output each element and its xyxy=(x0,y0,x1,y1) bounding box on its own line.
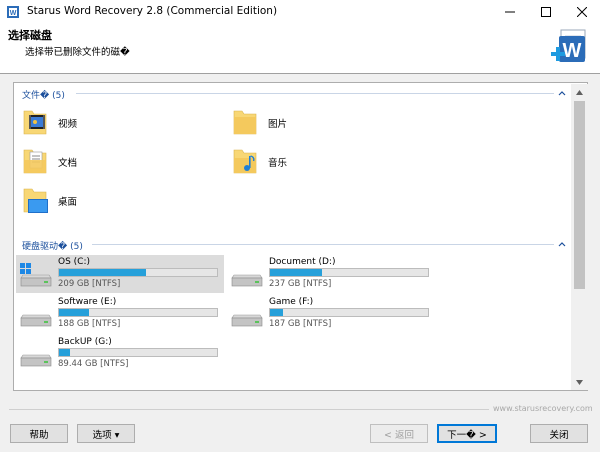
video-folder-icon xyxy=(23,110,47,135)
wizard-header: 选择磁盘 选择带已删除文件的磁� W xyxy=(0,24,600,73)
scroll-up-button[interactable] xyxy=(571,84,588,100)
folders-section-header[interactable]: 文件� (5) xyxy=(22,88,65,101)
desktop-folder-icon xyxy=(23,188,48,213)
folder-item-desktop[interactable]: 桌面 xyxy=(22,185,132,217)
maximize-icon xyxy=(541,7,551,17)
title-bar: W Starus Word Recovery 2.8 (Commercial E… xyxy=(0,0,600,24)
drive-item-d[interactable]: Document (D:) 237 GB [NTFS] xyxy=(227,255,435,293)
back-button[interactable]: < 返回 xyxy=(370,424,428,443)
chevron-up-icon[interactable] xyxy=(557,239,567,249)
maximize-button[interactable] xyxy=(528,0,564,24)
website-link[interactable]: www.starusrecovery.com xyxy=(493,404,593,413)
drive-item-e[interactable]: Software (E:) 188 GB [NTFS] xyxy=(16,295,224,333)
minimize-button[interactable] xyxy=(492,0,528,24)
folder-label-video: 视频 xyxy=(58,119,78,130)
svg-text:W: W xyxy=(10,10,17,17)
hard-drive-icon xyxy=(231,274,263,287)
close-icon xyxy=(577,7,587,17)
hard-drive-icon xyxy=(20,314,52,327)
os-drive-icon xyxy=(20,263,52,287)
folder-label-pictures: 图片 xyxy=(268,119,288,130)
drive-info: 237 GB [NTFS] xyxy=(269,279,332,289)
drive-usage-fill xyxy=(270,269,323,276)
drive-usage-fill xyxy=(270,309,283,316)
scroll-thumb[interactable] xyxy=(574,101,585,289)
scroll-down-button[interactable] xyxy=(571,374,588,390)
drives-section-header[interactable]: 硬盘驱动� (5) xyxy=(22,239,83,252)
drive-item-g[interactable]: BackUP (G:) 89.44 GB [NTFS] xyxy=(16,335,224,373)
music-folder-icon xyxy=(233,149,257,174)
drive-usage-bar xyxy=(269,268,429,277)
app-icon: W xyxy=(7,6,19,18)
folder-label-desktop: 桌面 xyxy=(58,197,78,208)
folder-label-documents: 文档 xyxy=(58,158,78,169)
drive-usage-fill xyxy=(59,309,90,316)
drive-info: 209 GB [NTFS] xyxy=(58,279,121,289)
drive-usage-bar xyxy=(58,268,218,277)
word-recovery-logo-icon: W xyxy=(551,29,586,62)
drive-usage-fill xyxy=(59,349,71,356)
drive-name: BackUP (G:) xyxy=(58,337,112,347)
close-window-button[interactable] xyxy=(564,0,600,24)
drive-name: Game (F:) xyxy=(269,297,314,307)
drive-usage-fill xyxy=(59,269,146,276)
svg-text:W: W xyxy=(563,40,582,62)
minimize-icon xyxy=(505,11,515,13)
next-button[interactable]: 下一� > xyxy=(437,424,497,443)
folder-item-video[interactable]: 视频 xyxy=(22,107,132,139)
drive-item-c[interactable]: OS (C:) 209 GB [NTFS] xyxy=(16,255,224,293)
hard-drive-icon xyxy=(20,354,52,367)
folder-label-music: 音乐 xyxy=(268,158,288,169)
drive-name: Document (D:) xyxy=(269,257,336,267)
drive-usage-bar xyxy=(58,308,218,317)
drive-name: Software (E:) xyxy=(58,297,117,307)
footer-divider xyxy=(9,409,489,410)
window-title: Starus Word Recovery 2.8 (Commercial Edi… xyxy=(27,5,278,17)
drive-name: OS (C:) xyxy=(58,257,90,267)
arrow-up-icon xyxy=(576,89,583,95)
page-title: 选择磁盘 xyxy=(8,29,52,42)
arrow-down-icon xyxy=(576,379,583,385)
section-divider xyxy=(76,93,554,94)
disk-selection-panel: 文件� (5) 视频 图片 文档 音乐 桌面 硬盘驱动� (5) OS (C:)… xyxy=(13,82,588,391)
page-subtitle: 选择带已删除文件的磁� xyxy=(25,47,130,58)
chevron-up-icon[interactable] xyxy=(557,88,567,98)
drive-item-f[interactable]: Game (F:) 187 GB [NTFS] xyxy=(227,295,435,333)
vertical-scrollbar[interactable] xyxy=(571,84,588,390)
drive-info: 187 GB [NTFS] xyxy=(269,319,332,329)
folder-item-documents[interactable]: 文档 xyxy=(22,146,132,178)
help-button[interactable]: 帮助 xyxy=(10,424,68,443)
drive-usage-bar xyxy=(269,308,429,317)
hard-drive-icon xyxy=(231,314,263,327)
folder-item-pictures[interactable]: 图片 xyxy=(232,107,342,139)
close-button[interactable]: 关闭 xyxy=(530,424,588,443)
drive-usage-bar xyxy=(58,348,218,357)
drive-info: 188 GB [NTFS] xyxy=(58,319,121,329)
documents-folder-icon xyxy=(23,149,47,174)
drive-info: 89.44 GB [NTFS] xyxy=(58,359,129,369)
folder-item-music[interactable]: 音乐 xyxy=(232,146,342,178)
options-button[interactable]: 选项 ▾ xyxy=(77,424,135,443)
pictures-folder-icon xyxy=(233,110,257,135)
section-divider xyxy=(92,244,554,245)
